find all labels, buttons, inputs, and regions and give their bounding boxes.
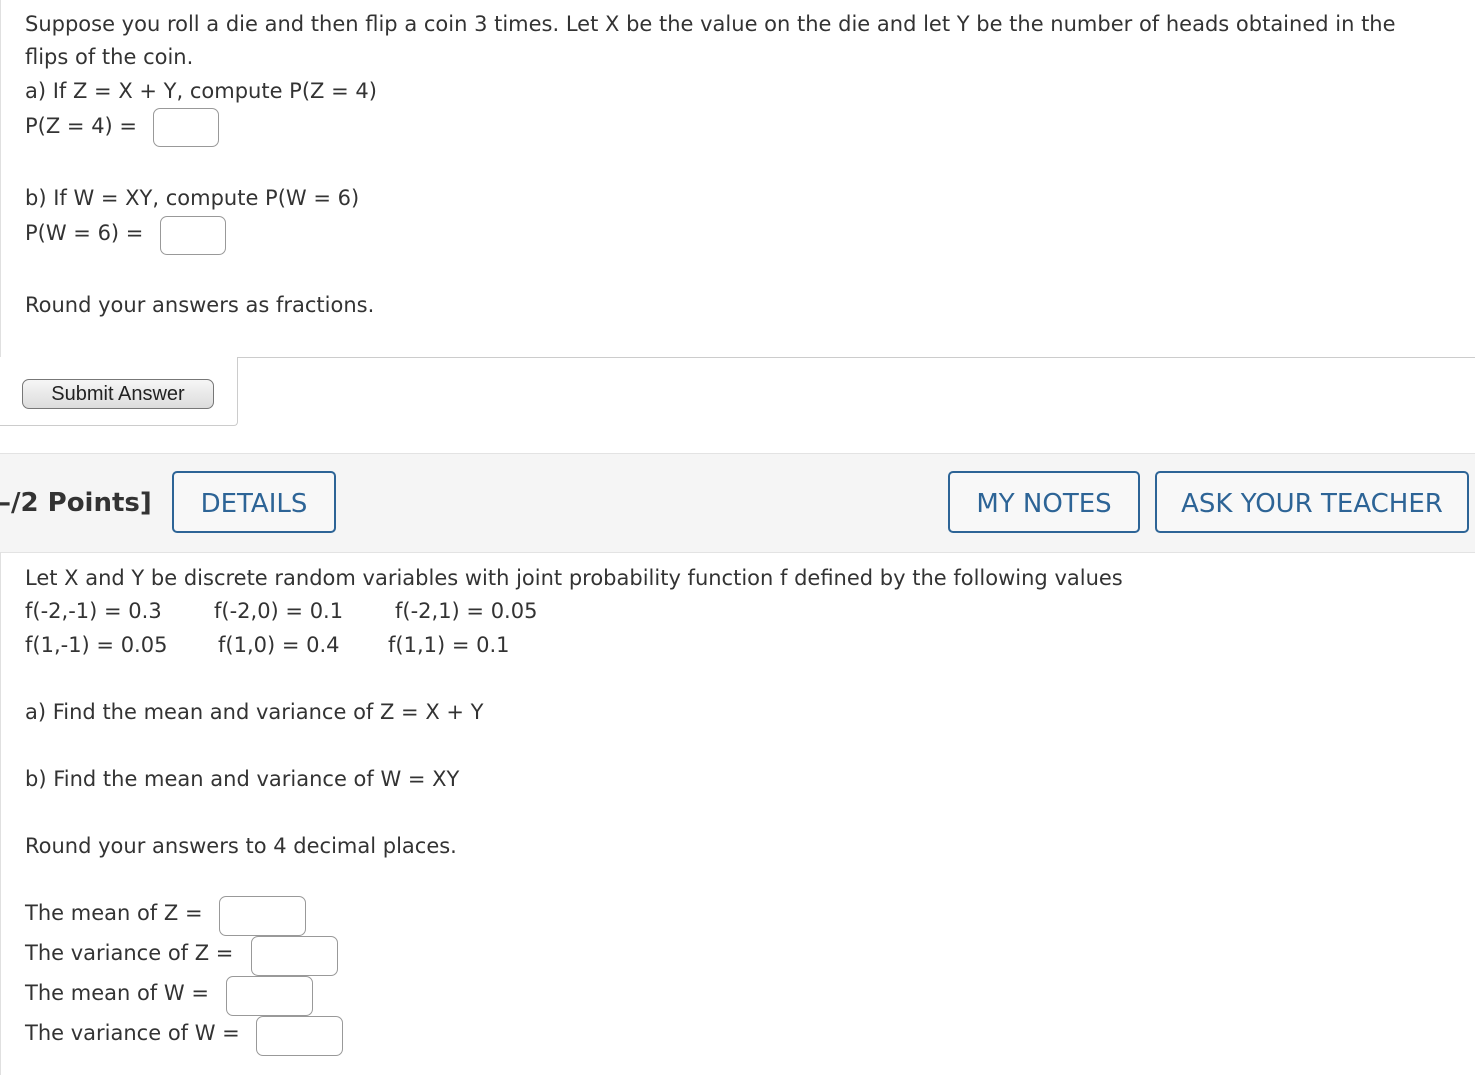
mean-z-label: The mean of Z = [25,901,203,925]
joint-pmf-value: f(1,1) = 0.1 [388,633,510,657]
points-label: –/2 Points] [0,488,152,518]
question-2-part-b: b) Find the mean and variance of W = XY [25,767,460,791]
joint-pmf-value: f(-2,-1) = 0.3 [25,599,162,623]
question-1-part-b: b) If W = XY, compute P(W = 6) [25,186,360,210]
p-z-4-input[interactable] [153,108,219,147]
variance-w-input[interactable] [256,1016,343,1056]
variance-z-input[interactable] [251,936,338,976]
question-2-header: –/2 Points] DETAILS MY NOTES ASK YOUR TE… [0,453,1475,553]
variance-w-label: The variance of W = [25,1021,240,1045]
divider [237,357,1475,358]
question-1-intro-line2: flips of the coin. [25,45,194,69]
question-2-intro: Let X and Y be discrete random variables… [25,566,1123,590]
submit-area: Submit Answer [0,357,238,426]
joint-pmf-value: f(1,0) = 0.4 [218,633,340,657]
ask-your-teacher-button[interactable]: ASK YOUR TEACHER [1155,471,1469,533]
question-2-instruction: Round your answers to 4 decimal places. [25,834,457,858]
joint-pmf-value: f(-2,0) = 0.1 [214,599,344,623]
question-2-panel: Let X and Y be discrete random variables… [0,552,1475,1075]
question-1-panel: Suppose you roll a die and then flip a c… [0,0,1475,358]
question-1-part-a: a) If Z = X + Y, compute P(Z = 4) [25,79,377,103]
joint-pmf-value: f(-2,1) = 0.05 [395,599,538,623]
part-b-label: P(W = 6) = [25,221,144,245]
mean-w-input[interactable] [226,976,313,1016]
mean-w-label: The mean of W = [25,981,209,1005]
details-button[interactable]: DETAILS [172,471,336,533]
question-1-intro-line1: Suppose you roll a die and then flip a c… [25,12,1396,36]
mean-z-input[interactable] [219,896,306,936]
question-2-part-a: a) Find the mean and variance of Z = X +… [25,700,484,724]
p-w-6-input[interactable] [160,216,226,255]
joint-pmf-value: f(1,-1) = 0.05 [25,633,168,657]
part-a-label: P(Z = 4) = [25,114,138,138]
variance-z-label: The variance of Z = [25,941,234,965]
submit-answer-button[interactable]: Submit Answer [22,379,214,409]
question-1-instruction: Round your answers as fractions. [25,293,375,317]
my-notes-button[interactable]: MY NOTES [948,471,1140,533]
